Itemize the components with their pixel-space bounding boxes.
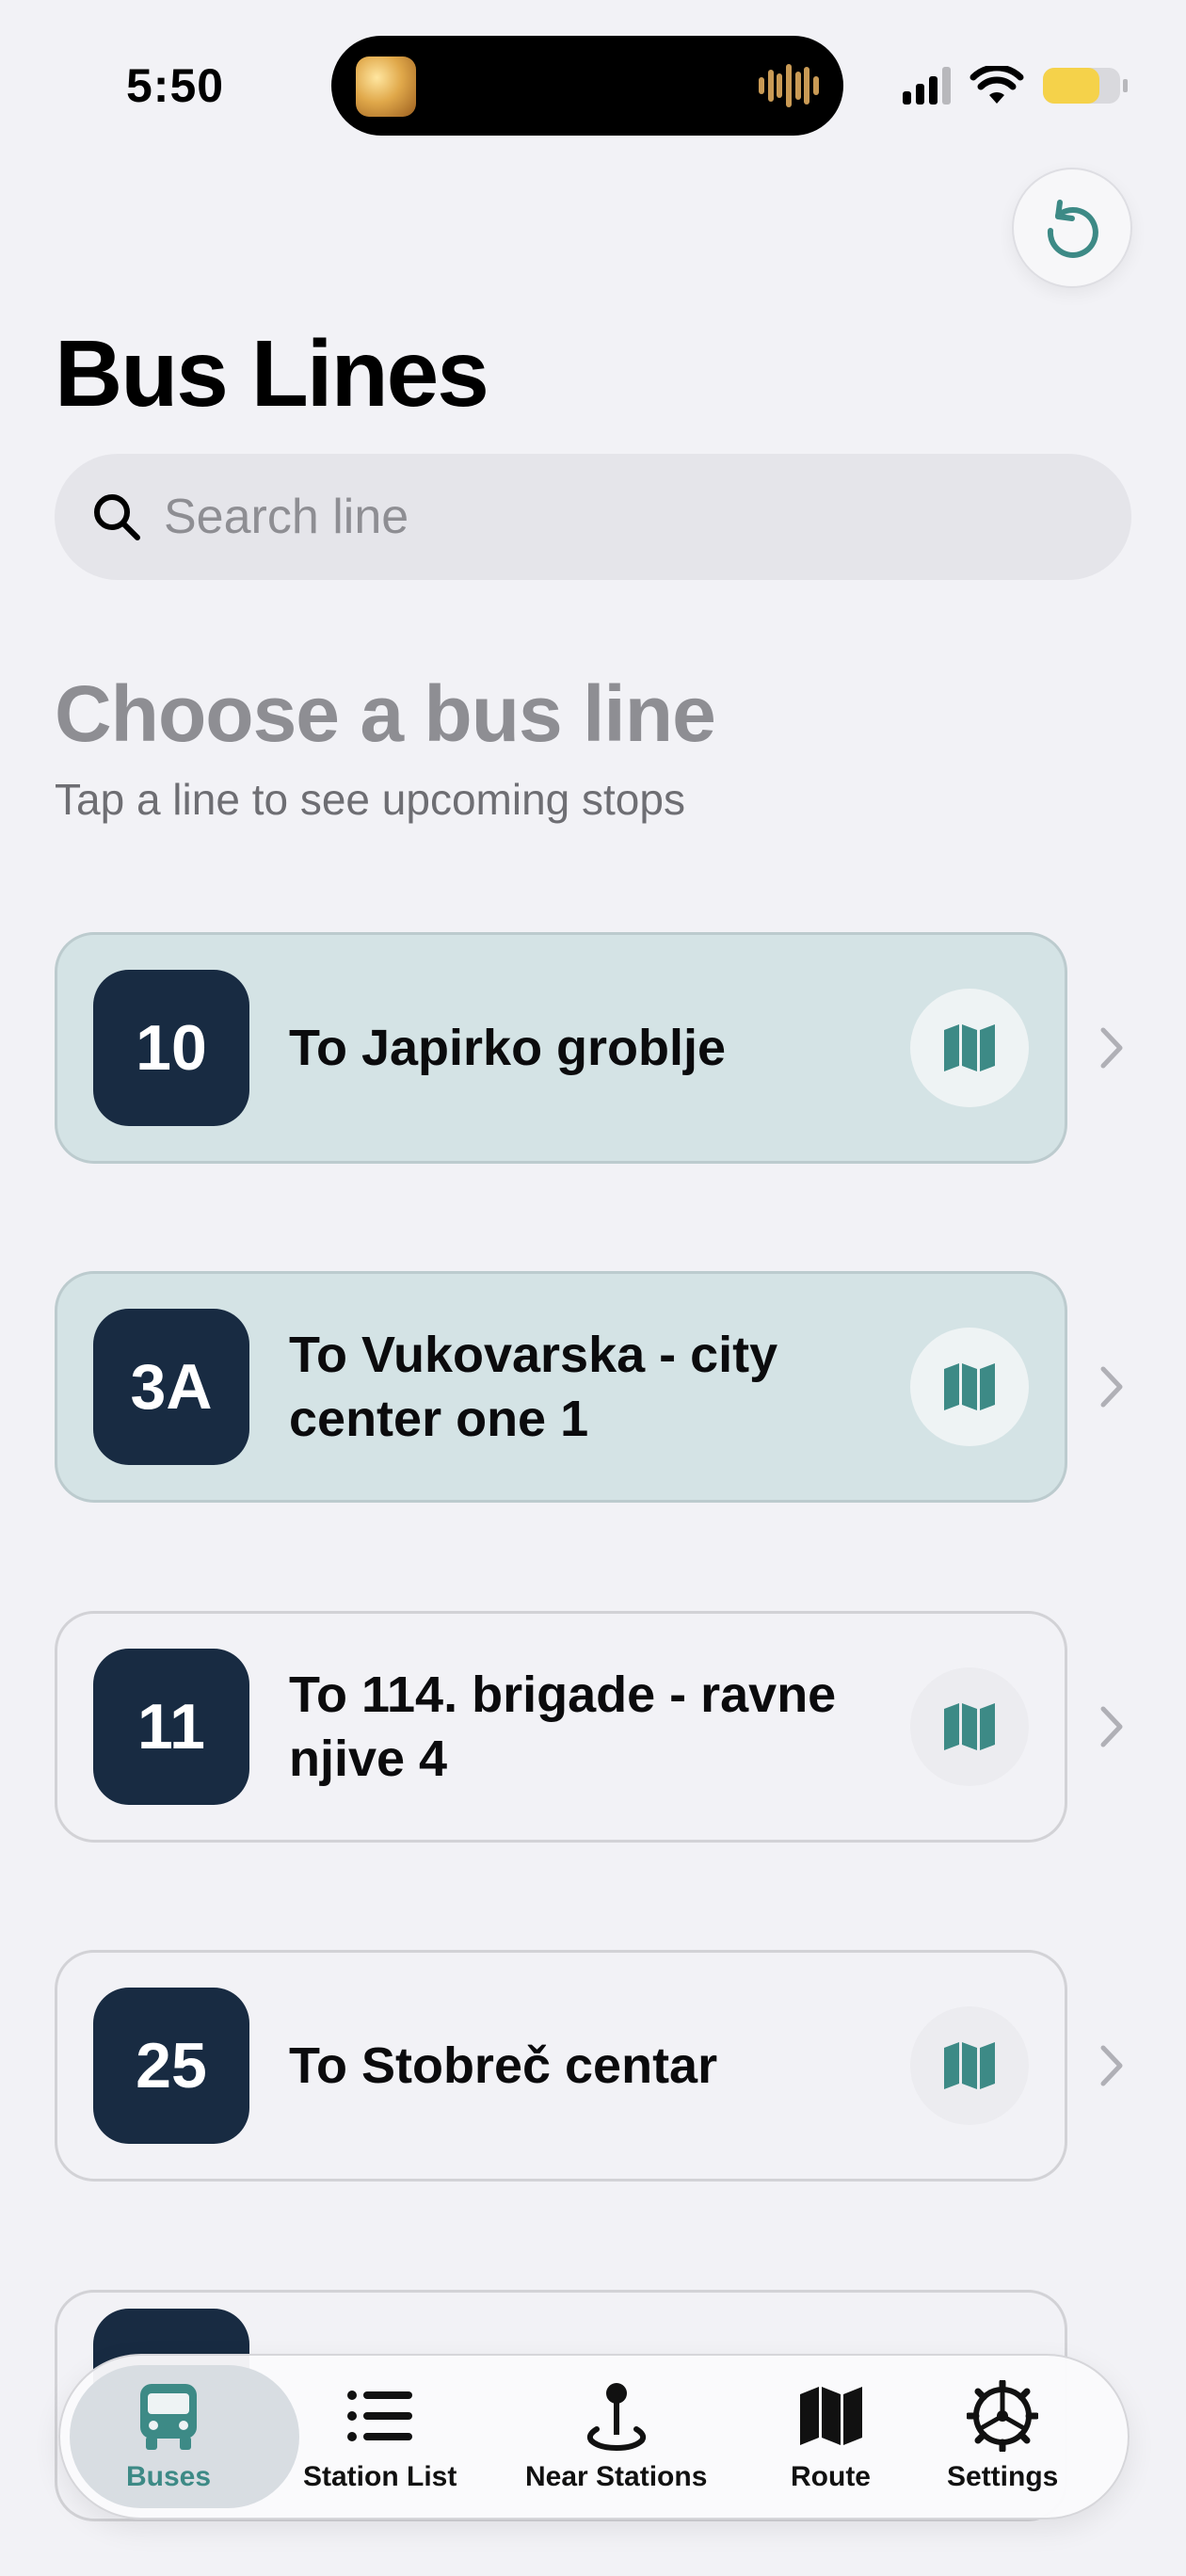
wifi-icon bbox=[970, 66, 1024, 104]
line-destination: To Vukovarska - city center one 1 bbox=[289, 1327, 778, 1447]
chevron-right-icon bbox=[1100, 2045, 1123, 2086]
refresh-icon bbox=[1047, 200, 1098, 258]
dynamic-island[interactable] bbox=[331, 36, 843, 136]
status-time: 5:50 bbox=[126, 59, 225, 112]
tab-label: Near Stations bbox=[525, 2461, 708, 2492]
bus-icon bbox=[140, 2384, 198, 2450]
gear-icon bbox=[967, 2380, 1039, 2452]
line-number-badge: 25 bbox=[93, 1988, 249, 2144]
screen: 5:50 Bus Lines C bbox=[0, 0, 1186, 2576]
status-icons bbox=[903, 66, 1128, 105]
section-title: Choose a bus line bbox=[55, 669, 716, 758]
chevron-right-icon bbox=[1100, 1366, 1123, 1408]
bus-line-card[interactable]: 10 To Japirko groblje bbox=[55, 932, 1067, 1164]
show-route-map-button[interactable] bbox=[910, 1328, 1029, 1446]
line-destination: To Stobreč centar bbox=[289, 2037, 718, 2094]
line-destination: To Japirko groblje bbox=[289, 1020, 727, 1076]
list-icon bbox=[346, 2391, 412, 2441]
map-icon bbox=[944, 2042, 995, 2089]
search-icon bbox=[94, 494, 140, 540]
tab-settings[interactable]: Settings bbox=[947, 2380, 1058, 2497]
battery-icon bbox=[1043, 68, 1128, 104]
tab-route[interactable]: Route bbox=[791, 2380, 871, 2497]
line-number-badge: 3A bbox=[93, 1309, 249, 1465]
tab-label: Route bbox=[791, 2461, 871, 2492]
line-number-badge: 10 bbox=[93, 970, 249, 1126]
tab-label: Buses bbox=[126, 2461, 212, 2492]
bus-line-card[interactable]: 25 To Stobreč centar bbox=[55, 1950, 1067, 2182]
tab-label: Settings bbox=[947, 2461, 1059, 2492]
map-icon bbox=[944, 1363, 995, 1410]
cellular-signal-icon bbox=[903, 67, 951, 105]
tab-near-stations[interactable]: Near Stations bbox=[525, 2380, 707, 2497]
show-route-map-button[interactable] bbox=[910, 989, 1029, 1107]
bus-line-card[interactable]: 11 To 114. brigade - ravne njive 4 bbox=[55, 1611, 1067, 1843]
now-playing-artwork bbox=[356, 56, 416, 117]
line-destination: To 114. brigade - ravne njive 4 bbox=[289, 1666, 837, 1787]
map-icon bbox=[944, 1024, 995, 1071]
section-subtitle: Tap a line to see upcoming stops bbox=[55, 775, 685, 824]
map-icon bbox=[944, 1703, 995, 1750]
chevron-right-icon bbox=[1100, 1706, 1123, 1747]
show-route-map-button[interactable] bbox=[910, 2006, 1029, 2125]
tab-label: Station List bbox=[303, 2461, 457, 2492]
bus-line-card[interactable]: 3A To Vukovarska - city center one 1 bbox=[55, 1271, 1067, 1503]
tab-buses[interactable]: Buses bbox=[126, 2380, 211, 2497]
audio-waveform-icon bbox=[759, 62, 819, 109]
chevron-right-icon bbox=[1100, 1027, 1123, 1069]
map-icon bbox=[799, 2387, 862, 2445]
tab-bar: Buses Station List Near Stations Route S… bbox=[58, 2354, 1130, 2520]
line-number-badge: 11 bbox=[93, 1649, 249, 1805]
show-route-map-button[interactable] bbox=[910, 1667, 1029, 1786]
location-pin-icon bbox=[586, 2383, 646, 2452]
page-title: Bus Lines bbox=[55, 321, 489, 427]
search-field[interactable] bbox=[55, 454, 1131, 580]
tab-station-list[interactable]: Station List bbox=[303, 2380, 457, 2497]
refresh-button[interactable] bbox=[1012, 168, 1132, 288]
search-input[interactable] bbox=[164, 489, 1011, 545]
